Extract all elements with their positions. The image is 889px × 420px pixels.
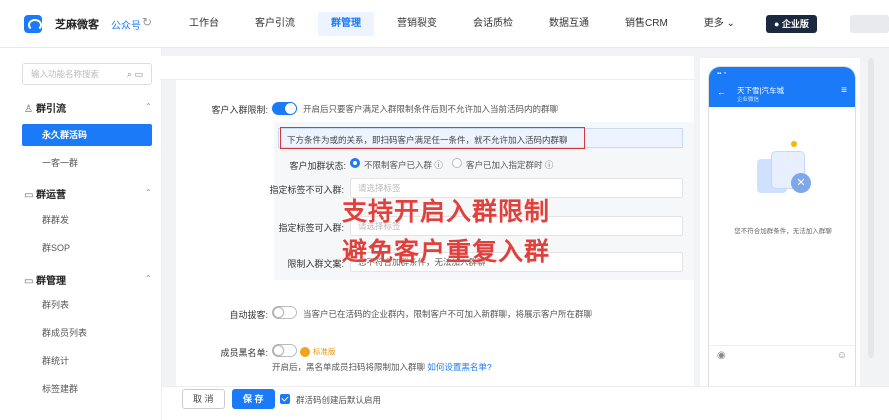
promo-overlay-line2: 避免客户重复入群 [342,237,551,266]
menu-icon: ≡ [841,85,847,96]
emoji-icon: ☺ [836,350,847,361]
chat-icon: ▭ [24,190,34,201]
empty-state-illustration: ✕ [747,141,819,199]
sidebar-group-management[interactable]: ▭ 群管理 [24,272,66,287]
crown-icon [300,347,310,358]
main-nav: 工作台 客户引流 群管理 营销裂变 会话质检 数据互通 销售CRM 更多 ⌄ [176,0,758,48]
blacklist-desc-text: 开启后，黑名单成员扫码将限制加入群聊 [272,362,426,372]
sidebar-item-tag-build-group[interactable]: 标签建群 [0,378,152,400]
chevron-up-icon[interactable]: ⌃ [145,188,152,197]
nav-session-quality[interactable]: 会话质检 [460,0,526,48]
sidebar-item-group-stats[interactable]: 群统计 [0,350,152,372]
sidebar-item-group-list[interactable]: 群列表 [0,294,152,316]
toggle-knob [273,345,284,356]
sidebar-group-title: 群引流 [36,104,66,115]
illustration-dot [791,141,797,147]
entry-limit-toggle[interactable] [272,102,297,115]
form-top-divider [160,56,694,80]
phone-input-bar: ◉ ☺ [709,345,855,367]
brand-name: 芝麻微客 [55,19,99,31]
top-bar: 芝麻微客 公众号 ↻ 工作台 客户引流 群管理 营销裂变 会话质检 数据互通 销… [0,0,889,48]
highlight-box [280,127,585,149]
sidebar-item-member-list[interactable]: 群成员列表 [0,322,152,344]
save-button[interactable]: 保 存 [232,389,275,409]
blacklist-label: 成员黑名单: [220,348,268,358]
sidebar-item-group-sop[interactable]: 群SOP [0,237,152,259]
standard-edition-badge: 标准版 [300,346,336,358]
phone-chat-subtitle: 企业微信 [737,97,760,103]
auto-kick-desc: 当客户已在活码的企业群内，限制客户不可加入新群聊，将展示客户所在群聊 [303,309,593,319]
badge-text: 标准版 [313,347,336,356]
nav-group-management[interactable]: 群管理 [318,12,374,36]
status-radio-joined[interactable] [452,158,462,168]
toggle-knob [285,103,296,114]
account-type-tag[interactable]: 公众号 [111,17,141,32]
blacklist-toggle[interactable] [272,344,297,357]
app-logo-icon [24,15,42,33]
nav-more[interactable]: 更多 ⌄ [691,0,748,48]
entry-limit-label: 客户入群限制: [211,105,268,115]
nav-workbench[interactable]: 工作台 [176,0,232,48]
cancel-button[interactable]: 取 消 [182,389,225,409]
users-icon: ♙ [24,104,33,115]
search-icon[interactable]: ⌕ ▭ [127,64,143,84]
phone-preview: ▪▪ ◔ ← 天下雪|汽车城 企业微信 ≡ ✕ 您不符合加群条件，无法加入群聊 … [708,66,856,396]
sidebar-group-title: 群管理 [36,276,66,287]
nav-data-sync[interactable]: 数据互通 [536,0,602,48]
chevron-up-icon[interactable]: ⌃ [145,274,152,283]
phone-status-bar: ▪▪ ◔ [717,71,727,77]
close-icon: ✕ [791,173,811,193]
sidebar-group-title: 群运营 [36,190,66,201]
entry-limit-desc: 开启后只要客户满足入群限制条件后则不允许加入当前活码内的群聊 [303,104,559,114]
back-arrow-icon: ← [717,87,726,97]
nav-sales-crm[interactable]: 销售CRM [612,0,681,48]
refresh-icon[interactable]: ↻ [142,15,152,29]
page-scrollbar[interactable] [868,58,874,358]
phone-header: ▪▪ ◔ ← 天下雪|汽车城 企业微信 ≡ [709,67,855,107]
default-enable-checkbox[interactable] [280,394,290,404]
chat-icon: ▭ [24,276,34,287]
promo-overlay-line1: 支持开启入群限制 [342,197,551,226]
blacklist-help-link[interactable]: 如何设置黑名单? [427,362,491,372]
nav-customer-acquisition[interactable]: 客户引流 [242,0,308,48]
sidebar-group-operation[interactable]: ▭ 群运营 [24,186,66,201]
status-radio-unlimited[interactable] [350,158,360,168]
sidebar-item-group-broadcast[interactable]: 群群发 [0,209,152,231]
auto-kick-toggle[interactable] [272,306,297,319]
tag-allow-label: 指定标签可入群: [278,223,344,233]
voice-icon: ◉ [717,350,726,361]
toggle-knob [273,307,284,318]
sidebar-item-one-customer-one-group[interactable]: 一客一群 [0,152,152,174]
join-status-label: 客户加群状态: [289,161,346,171]
auto-kick-label: 自动拔客: [229,310,268,320]
sidebar-search-input[interactable]: 输入功能名称搜索 ⌕ ▭ [22,63,152,85]
tag-forbid-label: 指定标签不可入群: [269,185,344,195]
sidebar: 输入功能名称搜索 ⌕ ▭ ♙ 群引流 ⌃ 永久群活码 一客一群 ▭ 群运营 ⌃ 群群… [0,48,162,420]
sidebar-group-acquisition[interactable]: ♙ 群引流 [24,100,66,115]
user-menu[interactable] [850,15,889,33]
enterprise-badge[interactable]: ● 企业版 [766,15,817,33]
phone-limit-message: 您不符合加群条件，无法加入群聊 [734,228,832,235]
sidebar-item-permanent-qr[interactable]: 永久群活码 [22,124,152,146]
status-option-unlimited[interactable]: 不限制客户已入群 ⓘ [364,159,443,171]
chevron-up-icon[interactable]: ⌃ [145,102,152,111]
nav-marketing-fission[interactable]: 营销裂变 [384,0,450,48]
blacklist-desc: 开启后，黑名单成员扫码将限制加入群聊 如何设置黑名单? [272,361,492,373]
default-enable-label[interactable]: 群活码创建后默认启用 [296,394,381,406]
status-option-joined[interactable]: 客户已加入指定群时 ⓘ [466,159,553,171]
search-placeholder: 输入功能名称搜索 [31,69,100,79]
limit-text-label: 限制入群文案: [287,259,344,269]
